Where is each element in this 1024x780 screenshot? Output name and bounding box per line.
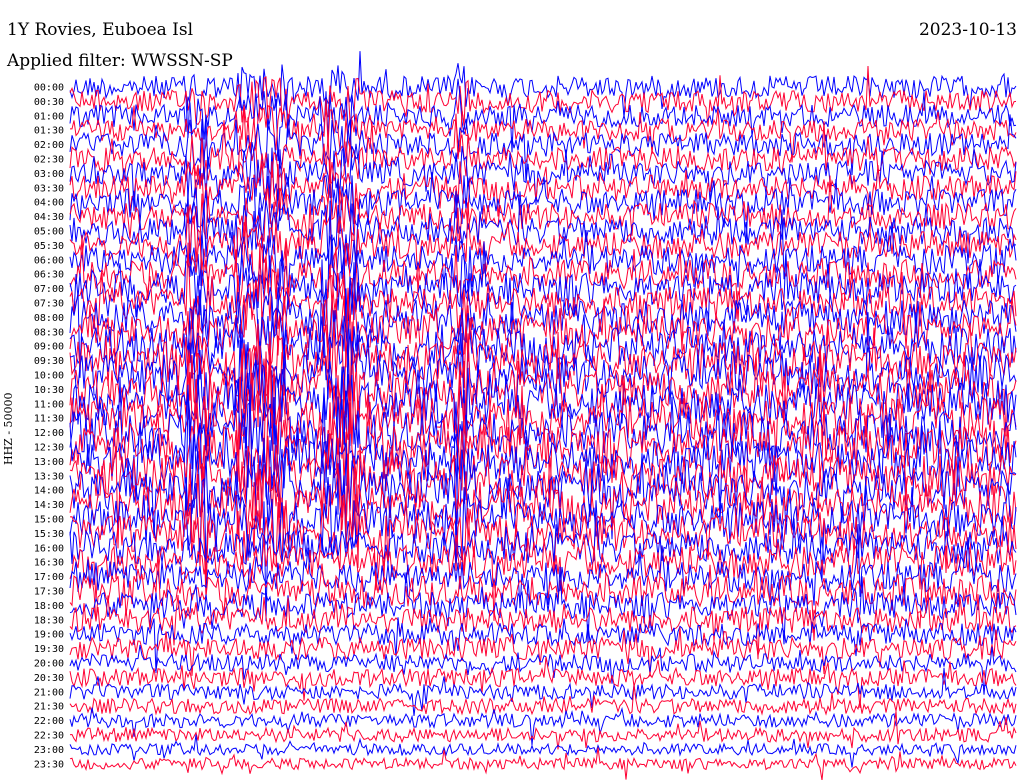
seismic-trace [69, 566, 1017, 645]
row-time-label: 08:30 [34, 327, 64, 338]
row-time-label: 19:30 [34, 644, 64, 655]
seismic-trace [69, 216, 1017, 322]
row-time-label: 15:30 [34, 529, 64, 540]
y-axis-label: HHZ - 50000 [2, 392, 15, 465]
row-time-label: 10:30 [34, 385, 64, 396]
seismic-trace [69, 706, 1017, 746]
row-time-label: 06:00 [34, 255, 64, 266]
row-time-label: 08:00 [34, 313, 64, 324]
row-time-label: 17:00 [34, 572, 64, 583]
seismic-trace [69, 533, 1017, 621]
helicorder-svg: 00:00 00:30 01:00 01:30 02:00 02:30 03:00 03:30… [34, 51, 1017, 780]
row-time-label: 20:30 [34, 673, 64, 684]
row-time-label: 18:30 [34, 615, 64, 626]
row-time-label: 10:00 [34, 371, 64, 382]
row-time-label: 13:00 [34, 457, 64, 468]
row-time-label: 09:30 [34, 356, 64, 367]
row-time-label: 11:30 [34, 414, 64, 425]
row-time-label: 05:30 [34, 241, 64, 252]
row-time-label: 00:30 [34, 97, 64, 108]
seismic-trace [69, 734, 1017, 768]
row-time-label: 00:00 [34, 83, 64, 94]
row-time-label: 02:00 [34, 140, 64, 151]
row-time-label: 04:30 [34, 212, 64, 223]
row-time-label: 03:00 [34, 169, 64, 180]
date-label: 2023-10-13 [918, 20, 1017, 40]
row-time-label: 09:00 [34, 342, 64, 353]
row-time-label: 21:00 [34, 687, 64, 698]
row-time-label: 16:30 [34, 558, 64, 569]
row-time-label: 20:00 [34, 659, 64, 670]
seismic-trace [69, 644, 1017, 695]
seismic-trace [69, 627, 1017, 677]
filter-label: Applied filter: WWSSN-SP [7, 51, 233, 71]
row-time-label: 22:00 [34, 716, 64, 727]
row-time-label: 11:00 [34, 399, 64, 410]
row-time-label: 22:30 [34, 731, 64, 742]
row-time-label: 12:30 [34, 443, 64, 454]
row-time-label: 01:00 [34, 111, 64, 122]
row-time-label: 16:00 [34, 543, 64, 554]
row-time-label: 05:00 [34, 227, 64, 238]
row-time-label: 02:30 [34, 155, 64, 166]
seismic-trace [69, 65, 1017, 127]
row-time-label: 19:00 [34, 630, 64, 641]
row-time-label: 06:30 [34, 270, 64, 281]
seismic-trace [69, 747, 1017, 780]
row-time-label: 12:00 [34, 428, 64, 439]
row-time-label: 13:30 [34, 471, 64, 482]
row-time-label: 15:00 [34, 515, 64, 526]
seismic-trace [69, 172, 1017, 277]
row-time-label: 03:30 [34, 183, 64, 194]
row-time-label: 07:30 [34, 299, 64, 310]
helicorder-plot: 00:00 00:30 01:00 01:30 02:00 02:30 03:00 03:30… [0, 0, 1024, 780]
row-time-label: 07:00 [34, 284, 64, 295]
row-time-label: 21:30 [34, 702, 64, 713]
row-time-label: 14:00 [34, 486, 64, 497]
row-time-label: 23:00 [34, 745, 64, 756]
row-time-label: 17:30 [34, 587, 64, 598]
row-time-label: 04:00 [34, 198, 64, 209]
station-title: 1Y Rovies, Euboea Isl [7, 20, 194, 40]
row-time-label: 01:30 [34, 126, 64, 137]
row-time-label: 18:00 [34, 601, 64, 612]
row-time-label: 14:30 [34, 500, 64, 511]
row-time-label: 23:30 [34, 759, 64, 770]
